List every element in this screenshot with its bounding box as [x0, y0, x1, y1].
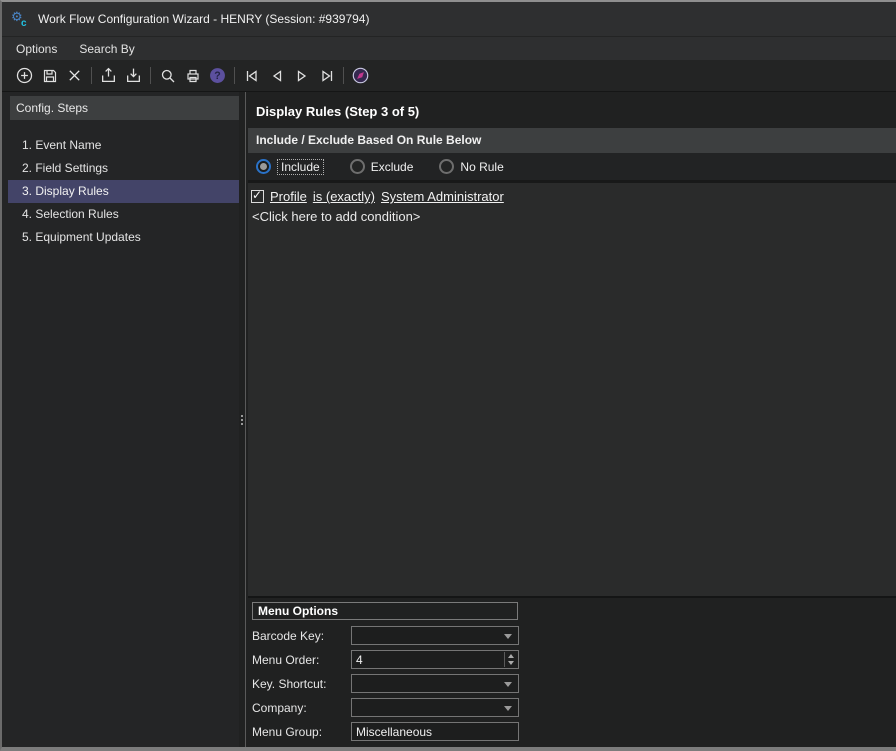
radio-include[interactable]: Include: [256, 159, 324, 175]
radio-exclude-label: Exclude: [371, 160, 414, 174]
sidebar: Config. Steps 1. Event Name 2. Field Set…: [2, 92, 239, 747]
company-label: Company:: [252, 701, 351, 715]
sidebar-splitter[interactable]: [239, 92, 248, 747]
sidebar-header: Config. Steps: [10, 96, 239, 120]
search-icon: [160, 68, 176, 84]
menu-order-stepper[interactable]: 4: [351, 650, 519, 669]
sidebar-item-equipment-updates[interactable]: 5. Equipment Updates: [8, 226, 239, 249]
radio-no-rule-label: No Rule: [460, 160, 503, 174]
menu-group-label: Menu Group:: [252, 725, 351, 739]
add-button[interactable]: [12, 63, 37, 89]
menu-item-options[interactable]: Options: [5, 37, 68, 61]
window-title: Work Flow Configuration Wizard - HENRY (…: [38, 12, 369, 26]
print-icon: [185, 68, 201, 84]
splitter-line: [245, 92, 246, 747]
export-icon: [100, 67, 117, 84]
rule-group-header: Include / Exclude Based On Rule Below: [248, 128, 896, 153]
app-window: ⚙ c Work Flow Configuration Wizard - HEN…: [0, 0, 896, 751]
add-icon: [16, 67, 33, 84]
menu-bar: Options Search By: [2, 36, 896, 60]
radio-include-label: Include: [277, 159, 324, 175]
titlebar[interactable]: ⚙ c Work Flow Configuration Wizard - HEN…: [2, 2, 896, 36]
menu-order-label: Menu Order:: [252, 653, 351, 667]
previous-record-icon: [269, 68, 285, 84]
field-row-company: Company:: [252, 698, 896, 717]
condition-checkbox[interactable]: [251, 190, 264, 203]
last-record-icon: [319, 68, 335, 84]
print-button[interactable]: [180, 63, 205, 89]
search-button[interactable]: [155, 63, 180, 89]
radio-button-icon: [350, 159, 365, 174]
sidebar-item-display-rules[interactable]: 3. Display Rules: [8, 180, 239, 203]
help-icon: ?: [209, 67, 226, 84]
previous-record-button[interactable]: [264, 63, 289, 89]
save-button[interactable]: [37, 63, 62, 89]
barcode-key-label: Barcode Key:: [252, 629, 351, 643]
delete-button[interactable]: [62, 63, 87, 89]
condition-row: Profile is (exactly) System Administrato…: [251, 189, 896, 204]
radio-button-icon: [256, 159, 271, 174]
config-steps-list: 1. Event Name 2. Field Settings 3. Displ…: [2, 134, 239, 249]
sidebar-item-field-settings[interactable]: 2. Field Settings: [8, 157, 239, 180]
help-button[interactable]: ?: [205, 63, 230, 89]
condition-field-link[interactable]: Profile: [270, 189, 307, 204]
menu-options-panel: Menu Options Barcode Key: Menu Order: 4: [248, 596, 896, 747]
toolbar: ?: [2, 60, 896, 92]
navigate-button[interactable]: [348, 63, 373, 89]
key-shortcut-label: Key. Shortcut:: [252, 677, 351, 691]
company-dropdown[interactable]: [351, 698, 519, 717]
rule-radio-row: Include Exclude No Rule: [248, 153, 896, 183]
conditions-panel[interactable]: Profile is (exactly) System Administrato…: [248, 183, 896, 596]
menu-group-value: Miscellaneous: [356, 725, 432, 739]
field-row-barcode-key: Barcode Key:: [252, 626, 896, 645]
field-row-key-shortcut: Key. Shortcut:: [252, 674, 896, 693]
menu-options-header: Menu Options: [252, 602, 518, 620]
condition-value-link[interactable]: System Administrator: [381, 189, 504, 204]
toolbar-separator: [91, 67, 92, 84]
barcode-key-dropdown[interactable]: [351, 626, 519, 645]
toolbar-separator: [234, 67, 235, 84]
export-button[interactable]: [96, 63, 121, 89]
page-title: Display Rules (Step 3 of 5): [256, 104, 896, 119]
first-record-button[interactable]: [239, 63, 264, 89]
navigate-icon: [352, 67, 369, 84]
condition-operator-link[interactable]: is (exactly): [313, 189, 375, 204]
radio-no-rule[interactable]: No Rule: [439, 159, 503, 174]
import-button[interactable]: [121, 63, 146, 89]
last-record-button[interactable]: [314, 63, 339, 89]
menu-group-field[interactable]: Miscellaneous: [351, 722, 519, 741]
main-panel: Display Rules (Step 3 of 5) Include / Ex…: [248, 92, 896, 747]
delete-icon: [67, 68, 82, 83]
menu-order-value: 4: [356, 653, 363, 667]
spinner-arrows-icon[interactable]: [504, 652, 516, 667]
next-record-button[interactable]: [289, 63, 314, 89]
radio-button-icon: [439, 159, 454, 174]
sidebar-item-selection-rules[interactable]: 4. Selection Rules: [8, 203, 239, 226]
toolbar-separator: [150, 67, 151, 84]
field-row-menu-order: Menu Order: 4: [252, 650, 896, 669]
next-record-icon: [294, 68, 310, 84]
sidebar-item-event-name[interactable]: 1. Event Name: [8, 134, 239, 157]
svg-text:c: c: [21, 18, 27, 29]
import-icon: [125, 67, 142, 84]
app-gears-icon: ⚙ c: [9, 7, 31, 32]
window-body: Config. Steps 1. Event Name 2. Field Set…: [2, 92, 896, 747]
first-record-icon: [244, 68, 260, 84]
key-shortcut-dropdown[interactable]: [351, 674, 519, 693]
add-condition-link[interactable]: <Click here to add condition>: [252, 209, 896, 224]
save-icon: [42, 68, 58, 84]
splitter-grip-icon: [239, 415, 244, 425]
radio-exclude[interactable]: Exclude: [350, 159, 414, 174]
toolbar-separator: [343, 67, 344, 84]
field-row-menu-group: Menu Group: Miscellaneous: [252, 722, 896, 741]
svg-text:?: ?: [214, 70, 220, 82]
menu-item-search-by[interactable]: Search By: [68, 37, 145, 61]
